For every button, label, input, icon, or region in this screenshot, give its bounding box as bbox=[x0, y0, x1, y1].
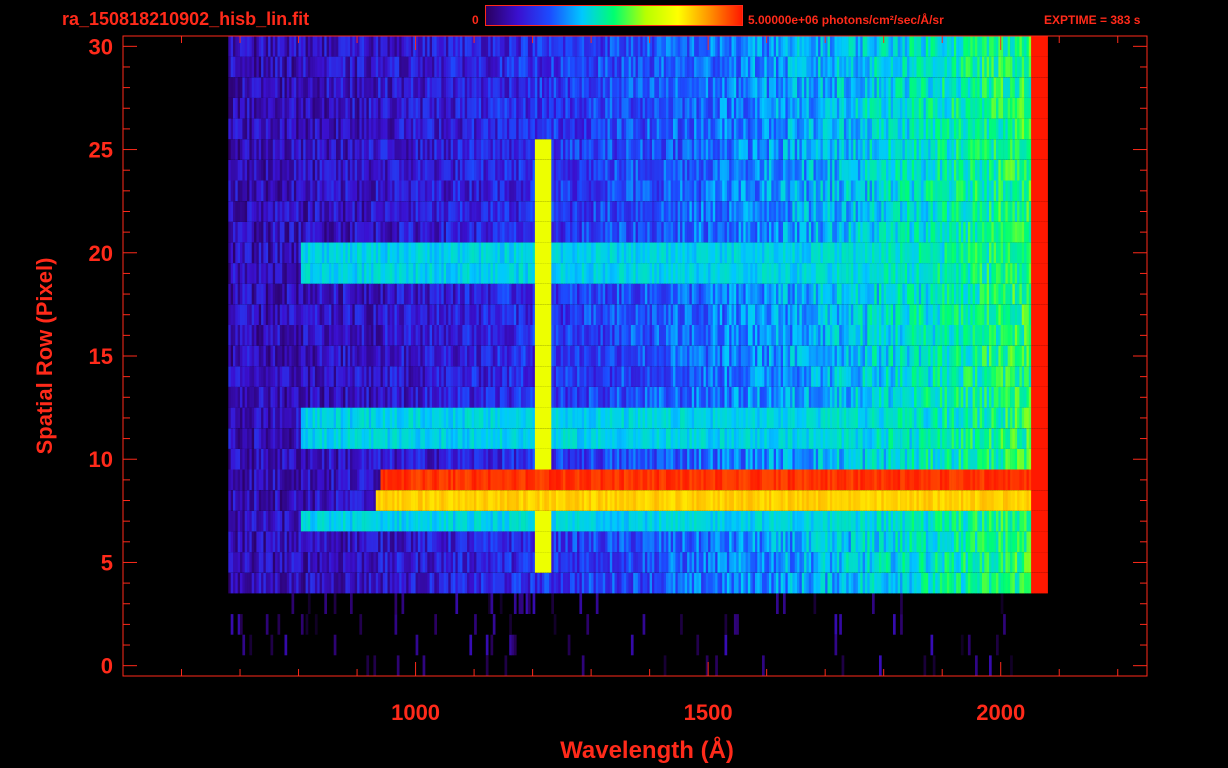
y-tick-label: 25 bbox=[89, 138, 113, 163]
y-tick-label: 15 bbox=[89, 344, 113, 369]
heatmap-row bbox=[228, 345, 1048, 367]
heatmap-row bbox=[228, 221, 1048, 243]
colorbar-max-label: 5.00000e+06 photons/cm²/sec/Å/sr bbox=[748, 13, 944, 27]
heatmap-row bbox=[228, 36, 1048, 57]
y-tick-label: 30 bbox=[89, 34, 113, 59]
axis-ticks: 1000 1500 2000 0 5 10 15 20 25 30 bbox=[89, 34, 1147, 725]
heatmap-row bbox=[228, 552, 1048, 573]
x-tick-label: 1500 bbox=[684, 700, 733, 725]
heatmap-row bbox=[228, 201, 1048, 222]
heatmap-row bbox=[228, 283, 1048, 305]
heatmap-row bbox=[228, 407, 1048, 429]
heatmap-row bbox=[228, 97, 1048, 119]
heatmap-row bbox=[228, 56, 1048, 78]
heatmap-row bbox=[291, 593, 1004, 614]
heatmap-row bbox=[228, 77, 1048, 98]
heatmap-row bbox=[230, 614, 1006, 635]
heatmap-row bbox=[228, 387, 1048, 408]
exposure-time-label: EXPTIME = 383 s bbox=[1044, 13, 1141, 27]
heatmap-row bbox=[228, 263, 1048, 284]
heatmap-chart: 1000 1500 2000051015202530 Wavelength (Å) … bbox=[32, 34, 1148, 764]
heatmap-row bbox=[228, 572, 1048, 594]
x-axis-label: Wavelength (Å) bbox=[560, 736, 734, 764]
heatmap-row bbox=[228, 325, 1048, 346]
heatmap-row bbox=[228, 490, 1048, 511]
heatmap-row bbox=[228, 139, 1048, 160]
colorbar-min-label: 0 bbox=[472, 13, 479, 27]
heatmap-row bbox=[228, 469, 1048, 491]
heatmap-row bbox=[228, 304, 1048, 325]
file-name-title: ra_150818210902_hisb_lin.fit bbox=[62, 9, 310, 29]
heatmap-row bbox=[228, 242, 1048, 264]
heatmap-row bbox=[228, 159, 1048, 181]
y-tick-label: 0 bbox=[101, 654, 113, 679]
y-axis-label: Spatial Row (Pixel) bbox=[32, 258, 57, 455]
plot-frame bbox=[122, 35, 1148, 677]
heatmap-row bbox=[242, 634, 999, 656]
heatmap-row bbox=[228, 118, 1048, 140]
spectrum-image-plot: ra_150818210902_hisb_lin.fit 0 5.00000e+… bbox=[0, 0, 1228, 768]
heatmap-row bbox=[366, 655, 1013, 676]
x-tick-label: 1000 bbox=[391, 700, 440, 725]
heatmap-row bbox=[228, 180, 1048, 202]
colorbar bbox=[485, 5, 743, 26]
y-tick-label: 20 bbox=[89, 241, 113, 266]
heatmap-row bbox=[228, 448, 1048, 470]
y-tick-label: 10 bbox=[89, 447, 113, 472]
heatmap-row bbox=[228, 366, 1048, 387]
heatmap-row bbox=[228, 510, 1048, 532]
heatmap-cells bbox=[228, 36, 1048, 676]
heatmap-row bbox=[228, 531, 1048, 553]
x-tick-label: 2000 bbox=[976, 700, 1025, 725]
heatmap-row bbox=[228, 428, 1048, 449]
y-tick-label: 5 bbox=[101, 550, 113, 575]
